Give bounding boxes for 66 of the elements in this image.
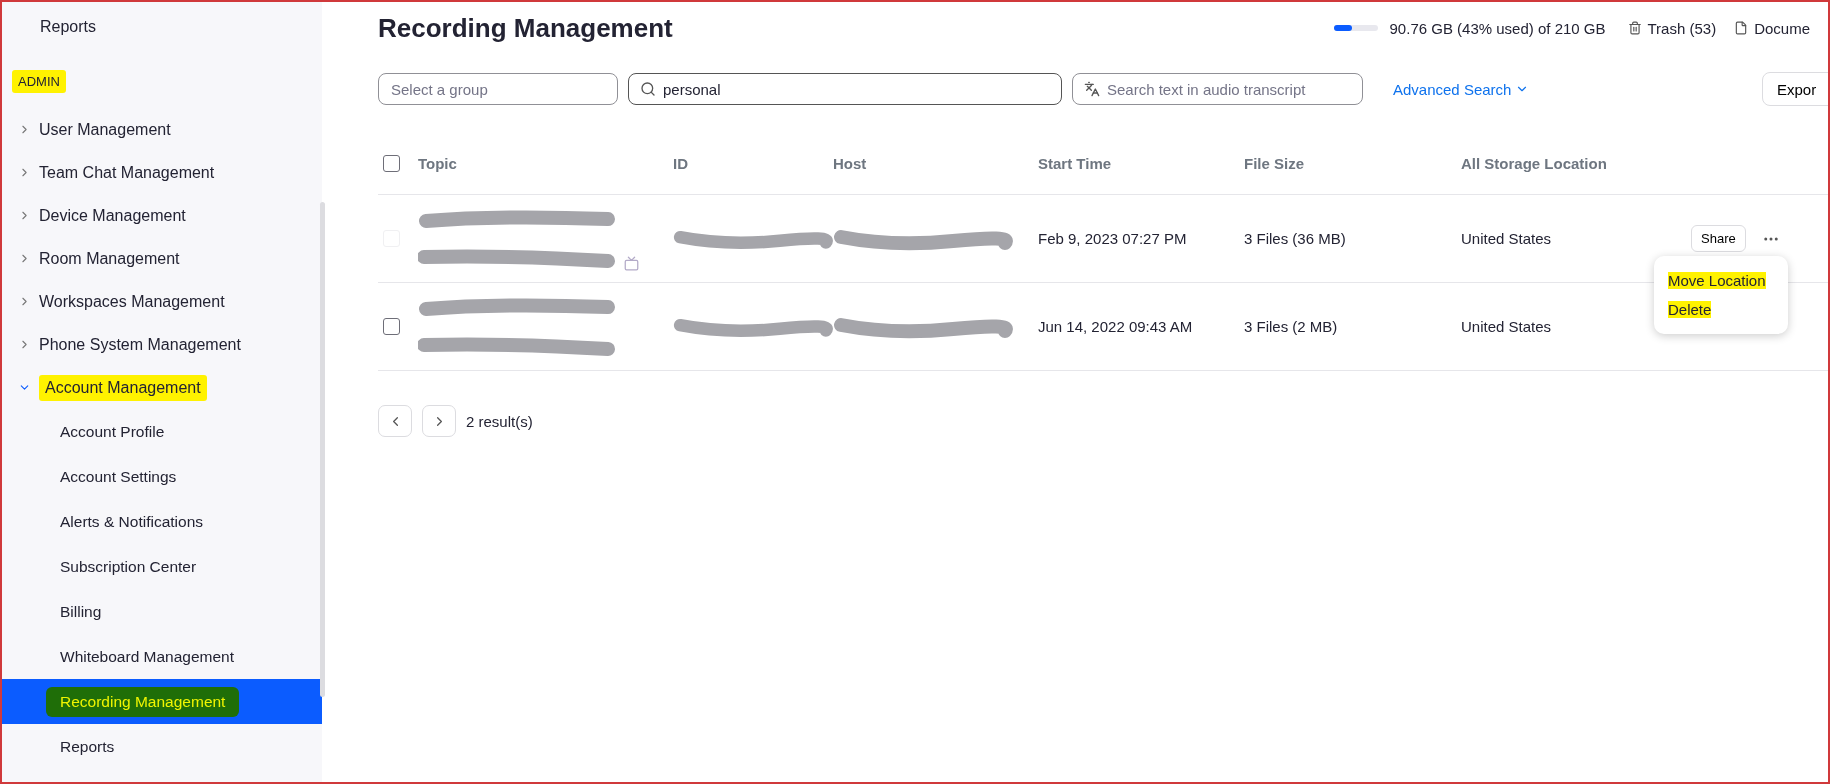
menu-item[interactable]: Delete <box>1654 295 1788 324</box>
section-heading: ADMIN <box>12 69 66 93</box>
subitem-label: Whiteboard Management <box>60 647 235 666</box>
item-label: User Management <box>39 120 171 139</box>
next-page-button[interactable] <box>422 405 456 437</box>
document-icon <box>1734 21 1749 35</box>
sidebar-subitem[interactable]: Alerts & Notifications <box>2 499 322 544</box>
search-icon <box>640 81 656 97</box>
item-label: Team Chat Management <box>39 163 215 182</box>
sidebar-item[interactable]: Reports <box>2 10 322 44</box>
item-label: Workspaces Management <box>39 292 225 311</box>
translate-icon <box>1084 81 1100 97</box>
transcript-search-field[interactable]: Search text in audio transcript <box>1072 73 1363 105</box>
column-header: All Storage Location <box>1461 154 1608 172</box>
sidebar-item[interactable]: Room Management <box>2 237 322 280</box>
trash-icon <box>1627 21 1642 35</box>
table-cell-text: Feb 9, 2023 07:27 PM <box>1038 230 1188 247</box>
subitem-label: Billing <box>60 602 102 621</box>
table-cell-text: 3 Files (36 MB) <box>1244 230 1347 247</box>
sidebar-subitem[interactable]: Recording Management <box>2 679 322 724</box>
item-label: Phone System Management <box>39 335 241 354</box>
sidebar-subitem[interactable]: Reports <box>2 724 322 769</box>
sidebar-item[interactable]: User Management <box>2 108 322 151</box>
subitem-label: Alerts & Notifications <box>60 512 203 531</box>
export-button[interactable]: Expor <box>1762 72 1828 106</box>
sidebar-item[interactable]: Phone System Management <box>2 323 322 366</box>
sidebar-subitem[interactable]: Account Settings <box>2 454 322 499</box>
item-label: Account Management <box>39 374 207 401</box>
sidebar-subitem[interactable]: Billing <box>2 589 322 634</box>
table-cell-text: United States <box>1461 230 1553 247</box>
sidebar-item[interactable]: Account Management <box>2 366 322 409</box>
group-select[interactable]: Select a group <box>378 73 618 105</box>
select-all-checkbox[interactable] <box>383 154 400 172</box>
scrollbar[interactable] <box>320 202 325 697</box>
header-link[interactable]: Docume <box>1734 19 1810 37</box>
item-label: Room Management <box>39 249 180 268</box>
subitem-label: Recording Management <box>46 686 240 717</box>
search-field[interactable]: personal <box>628 73 1062 105</box>
column-header: File Size <box>1244 154 1306 172</box>
sidebar-subitem[interactable]: Subscription Center <box>2 544 322 589</box>
item-label: Device Management <box>39 206 186 225</box>
subitem-label: Account Profile <box>60 422 165 441</box>
advanced-search-link[interactable]: Advanced Search <box>1387 79 1536 99</box>
sidebar-item[interactable]: Team Chat Management <box>2 151 322 194</box>
subitem-label: Account Settings <box>60 467 177 486</box>
row-checkbox[interactable] <box>383 318 400 335</box>
column-header: ID <box>673 154 689 172</box>
share-button[interactable]: Share <box>1691 225 1746 252</box>
column-header: Host <box>833 154 868 172</box>
sidebar-item[interactable]: Workspaces Management <box>2 280 322 323</box>
subitem-label: Subscription Center <box>60 557 197 576</box>
table-cell-text: 3 Files (2 MB) <box>1244 318 1339 335</box>
sidebar-item[interactable]: Device Management <box>2 194 322 237</box>
table-cell-text: Jun 14, 2022 09:43 AM <box>1038 318 1194 335</box>
table-cell-text: United States <box>1461 318 1553 335</box>
sidebar-subitem[interactable]: Whiteboard Management <box>2 634 322 679</box>
result-count: 2 result(s) <box>466 412 533 430</box>
menu-item[interactable]: Move Location <box>1654 266 1788 295</box>
sidebar-subitem[interactable]: Account Profile <box>2 409 322 454</box>
subitem-label: Reports <box>60 737 115 756</box>
column-header: Topic <box>418 154 458 172</box>
storage-text: 90.76 GB (43% used) of 210 GB <box>1389 19 1606 37</box>
column-header: Start Time <box>1038 154 1113 172</box>
previous-page-button[interactable] <box>378 405 412 437</box>
header-link[interactable]: Trash (53) <box>1627 19 1717 37</box>
page-title: Recording Management <box>378 12 674 44</box>
